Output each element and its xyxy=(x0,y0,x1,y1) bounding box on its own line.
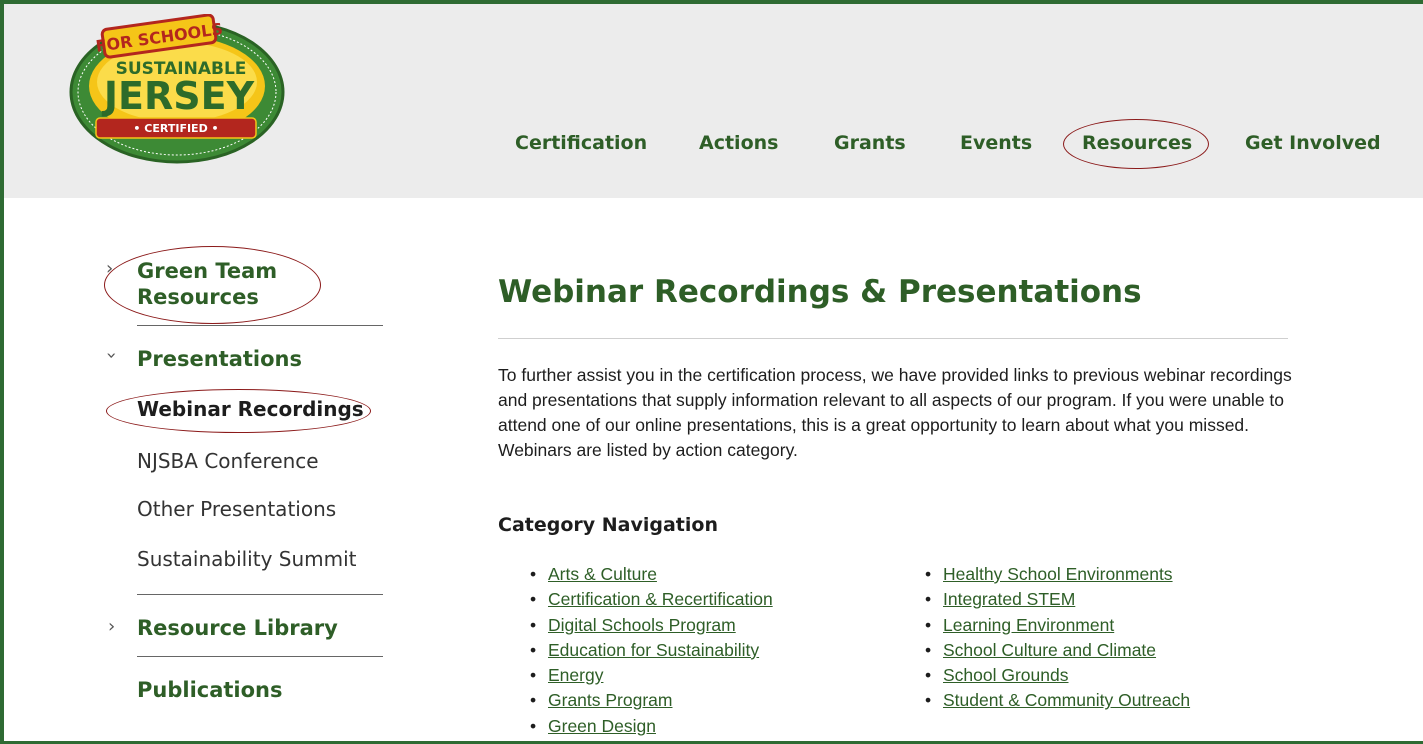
nav-events[interactable]: Events xyxy=(960,132,1032,154)
sidebar-item-presentations[interactable]: Presentations xyxy=(137,346,302,372)
list-item: Integrated STEM xyxy=(922,587,1190,612)
category-link-digital-schools[interactable]: Digital Schools Program xyxy=(548,615,736,635)
category-link-arts-culture[interactable]: Arts & Culture xyxy=(548,564,657,584)
sidebar-divider xyxy=(137,656,383,657)
nav-resources[interactable]: Resources xyxy=(1082,132,1192,154)
nav-get-involved[interactable]: Get Involved xyxy=(1245,132,1381,154)
list-item: Healthy School Environments xyxy=(922,562,1190,587)
sidebar-item-resource-library[interactable]: Resource Library xyxy=(137,615,338,641)
list-item: School Grounds xyxy=(922,663,1190,688)
list-item: School Culture and Climate xyxy=(922,638,1190,663)
list-item: Learning Environment xyxy=(922,613,1190,638)
sidebar-item-green-team[interactable]: Green Team Resources xyxy=(137,258,317,310)
logo-jersey: JERSEY xyxy=(101,74,255,118)
sustainable-jersey-logo[interactable]: FOR SCHOOLS SUSTAINABLE JERSEY • CERTIFI… xyxy=(68,14,286,164)
sidebar-item-sustainability-summit[interactable]: Sustainability Summit xyxy=(137,547,357,571)
intro-paragraph: To further assist you in the certificati… xyxy=(498,365,1292,460)
page-title: Webinar Recordings & Presentations xyxy=(498,274,1142,310)
site-header: FOR SCHOOLS SUSTAINABLE JERSEY • CERTIFI… xyxy=(0,0,1423,198)
category-navigation-heading: Category Navigation xyxy=(498,514,718,536)
category-link-healthy-school[interactable]: Healthy School Environments xyxy=(943,564,1173,584)
title-divider xyxy=(498,338,1288,339)
category-link-energy[interactable]: Energy xyxy=(548,665,603,685)
category-link-green-design[interactable]: Green Design xyxy=(548,716,656,736)
sidebar-divider xyxy=(137,325,383,326)
category-link-certification[interactable]: Certification & Recertification xyxy=(548,589,773,609)
chevron-down-icon: › xyxy=(101,351,123,360)
nav-certification[interactable]: Certification xyxy=(515,132,647,154)
list-item: Grants Program xyxy=(527,688,773,713)
sidebar-item-publications[interactable]: Publications xyxy=(137,677,283,703)
category-list-right: Healthy School Environments Integrated S… xyxy=(922,562,1190,714)
list-item: Green Design xyxy=(527,714,773,739)
sidebar-item-other-presentations[interactable]: Other Presentations xyxy=(137,497,336,521)
list-item: Certification & Recertification xyxy=(527,587,773,612)
nav-actions[interactable]: Actions xyxy=(699,132,778,154)
nav-grants[interactable]: Grants xyxy=(834,132,906,154)
list-item: Energy xyxy=(527,663,773,688)
chevron-right-icon: › xyxy=(108,616,116,637)
list-item: Education for Sustainability xyxy=(527,638,773,663)
category-link-learning-environment[interactable]: Learning Environment xyxy=(943,615,1114,635)
category-link-education[interactable]: Education for Sustainability xyxy=(548,640,759,660)
list-item: Arts & Culture xyxy=(527,562,773,587)
category-link-school-culture[interactable]: School Culture and Climate xyxy=(943,640,1156,660)
category-link-integrated-stem[interactable]: Integrated STEM xyxy=(943,589,1075,609)
list-item: Student & Community Outreach xyxy=(922,688,1190,713)
sidebar-item-njsba-conference[interactable]: NJSBA Conference xyxy=(137,449,319,473)
category-list-left: Arts & Culture Certification & Recertifi… xyxy=(527,562,773,739)
category-link-school-grounds[interactable]: School Grounds xyxy=(943,665,1069,685)
category-link-student-outreach[interactable]: Student & Community Outreach xyxy=(943,690,1190,710)
category-link-grants-program[interactable]: Grants Program xyxy=(548,690,672,710)
list-item: Digital Schools Program xyxy=(527,613,773,638)
sidebar-divider xyxy=(137,594,383,595)
chevron-right-icon: › xyxy=(106,258,114,279)
sidebar-item-webinar-recordings[interactable]: Webinar Recordings xyxy=(137,397,364,421)
logo-certified: • CERTIFIED • xyxy=(133,122,218,135)
